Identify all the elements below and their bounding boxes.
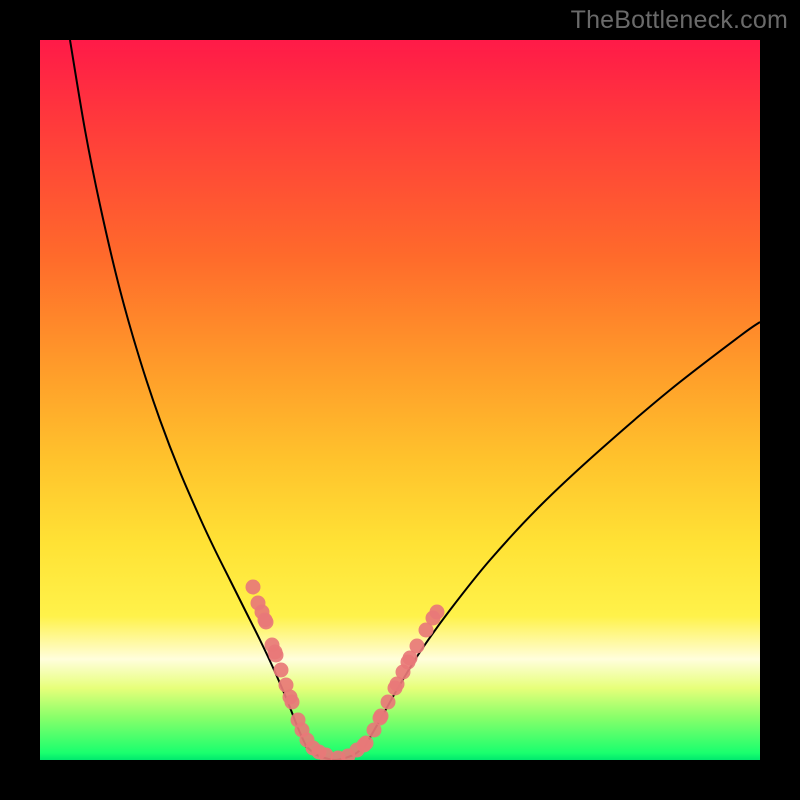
data-dot — [285, 695, 300, 710]
plot-area — [40, 40, 760, 760]
data-dot — [269, 648, 284, 663]
data-dot — [410, 639, 425, 654]
data-dot — [359, 736, 374, 751]
bottleneck-curve — [40, 40, 760, 760]
data-dot — [430, 605, 445, 620]
data-dot — [374, 709, 389, 724]
data-dot — [274, 663, 289, 678]
data-dot — [246, 580, 261, 595]
dot-cluster-right — [331, 605, 445, 761]
dot-cluster-left — [246, 580, 334, 761]
data-dot — [259, 615, 274, 630]
watermark-text: TheBottleneck.com — [571, 6, 788, 35]
chart-frame: TheBottleneck.com — [0, 0, 800, 800]
data-dot — [381, 695, 396, 710]
